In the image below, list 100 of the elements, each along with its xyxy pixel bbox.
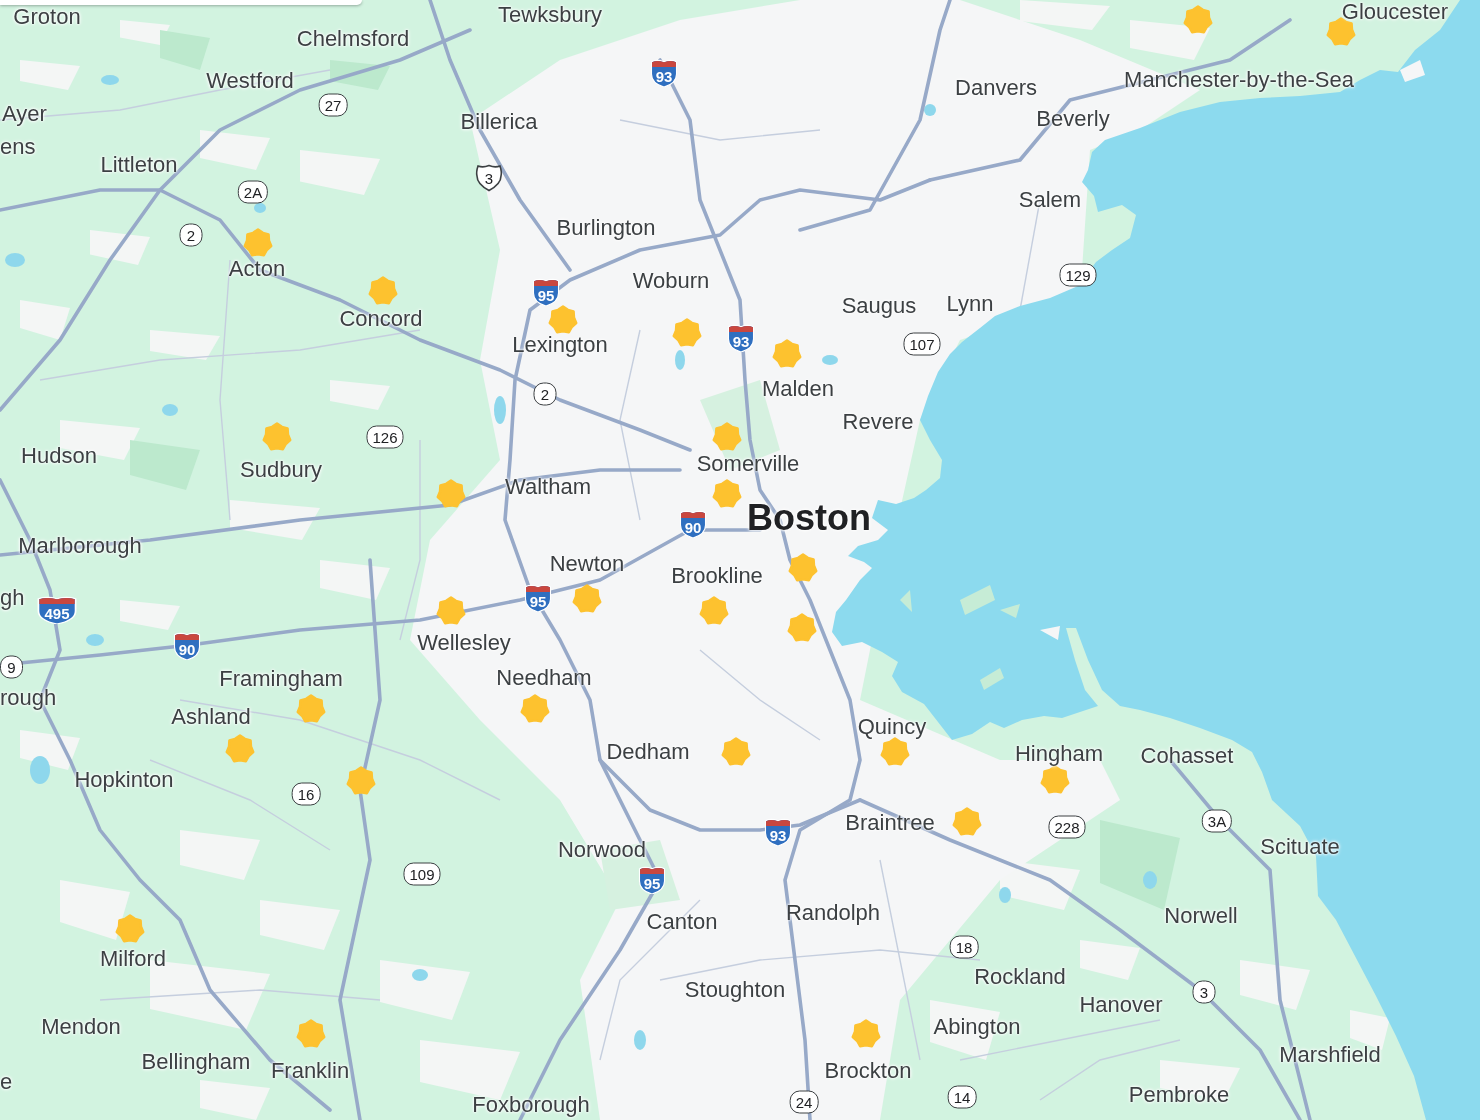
marker-icon[interactable] — [712, 479, 742, 509]
marker-icon[interactable] — [296, 1019, 326, 1049]
marker-icon[interactable] — [520, 694, 550, 724]
island — [1040, 626, 1060, 640]
marker-icon[interactable] — [1183, 5, 1213, 35]
place-label: Framingham — [219, 668, 343, 690]
place-label: Gloucester — [1341, 1, 1449, 23]
place-label: rough — [0, 687, 57, 709]
place-label: Acton — [228, 258, 286, 280]
urban-area — [120, 20, 170, 45]
lake — [254, 203, 266, 213]
place-label: Concord — [339, 308, 423, 330]
marker-icon[interactable] — [548, 305, 578, 335]
place-label: Franklin — [270, 1060, 350, 1082]
marker-icon[interactable] — [772, 339, 802, 369]
island — [980, 668, 1004, 690]
park-area — [160, 30, 210, 70]
interstate-shield: 95 — [532, 278, 560, 306]
lake — [101, 75, 119, 85]
urban-area — [1240, 960, 1310, 1010]
marker-icon[interactable] — [368, 276, 398, 306]
place-label: Woburn — [632, 270, 710, 292]
lake — [494, 396, 506, 424]
marker-icon[interactable] — [787, 613, 817, 643]
island — [900, 590, 912, 612]
place-label: Dedham — [606, 741, 690, 763]
interstate-shield: 90 — [173, 632, 201, 660]
marker-icon[interactable] — [572, 584, 602, 614]
marker-icon[interactable] — [699, 596, 729, 626]
lake — [999, 887, 1011, 903]
marker-icon[interactable] — [672, 318, 702, 348]
place-label: Scituate — [1260, 836, 1340, 858]
place-label: gh — [0, 587, 25, 609]
place-label: Needham — [496, 667, 592, 689]
place-label: Randolph — [785, 902, 881, 924]
place-label: Hanover — [1079, 994, 1163, 1016]
marker-icon[interactable] — [788, 553, 818, 583]
urban-area — [1080, 940, 1140, 980]
urban-area — [60, 880, 130, 940]
lake — [1143, 871, 1157, 889]
place-label: Newton — [549, 553, 625, 575]
urban-area — [200, 130, 270, 170]
us-route-shield: 3 — [475, 164, 503, 192]
place-label: Marshfield — [1279, 1044, 1381, 1066]
urban-area — [20, 60, 80, 90]
interstate-shield: 93 — [650, 59, 678, 87]
place-label: Canton — [646, 911, 718, 933]
place-label: Somerville — [696, 453, 800, 475]
marker-icon[interactable] — [436, 596, 466, 626]
lake — [412, 969, 428, 981]
place-label: Marlborough — [18, 535, 142, 557]
lake — [634, 1030, 646, 1050]
place-label: Brockton — [824, 1060, 912, 1082]
place-label: Sudbury — [240, 459, 322, 481]
interstate-shield: 95 — [638, 866, 666, 894]
place-label: Ayer — [2, 103, 47, 125]
place-label: Burlington — [556, 217, 656, 239]
place-label: Manchester-by-the-Sea — [1124, 69, 1354, 91]
lake — [924, 104, 936, 116]
place-label: e — [0, 1071, 13, 1093]
place-label: Revere — [842, 411, 914, 433]
marker-icon[interactable] — [115, 914, 145, 944]
marker-icon[interactable] — [851, 1019, 881, 1049]
lake — [86, 634, 104, 646]
place-label: Lynn — [946, 293, 994, 315]
place-label: Bellingham — [141, 1051, 251, 1073]
marker-icon[interactable] — [1326, 17, 1356, 47]
place-label: ens — [0, 136, 36, 158]
place-label: Stoughton — [684, 979, 786, 1001]
island — [1000, 604, 1020, 618]
place-label: Quincy — [857, 716, 927, 738]
interstate-shield: 93 — [764, 818, 792, 846]
marker-icon[interactable] — [225, 734, 255, 764]
place-label: Waltham — [505, 476, 591, 498]
place-label: Braintree — [845, 812, 935, 834]
urban-area — [200, 1080, 270, 1120]
place-label: Hingham — [1015, 743, 1103, 765]
place-label: Salem — [1018, 189, 1082, 211]
island — [960, 585, 995, 615]
marker-icon[interactable] — [880, 737, 910, 767]
marker-icon[interactable] — [712, 422, 742, 452]
marker-icon[interactable] — [262, 422, 292, 452]
place-label: Norwood — [558, 839, 646, 861]
marker-icon[interactable] — [952, 807, 982, 837]
interstate-shield: 90 — [679, 510, 707, 538]
marker-icon[interactable] — [346, 766, 376, 796]
marker-icon[interactable] — [296, 694, 326, 724]
marker-icon[interactable] — [721, 737, 751, 767]
place-label: Chelmsford — [296, 28, 410, 50]
marker-icon[interactable] — [243, 228, 273, 258]
place-label: Brookline — [671, 565, 763, 587]
place-label: Mendon — [41, 1016, 121, 1038]
place-label: Danvers — [955, 77, 1037, 99]
park-area — [130, 440, 200, 490]
place-label: Lexington — [512, 334, 608, 356]
lake — [675, 350, 685, 370]
place-label: Wellesley — [417, 632, 511, 654]
place-label: Rockland — [974, 966, 1066, 988]
marker-icon[interactable] — [436, 479, 466, 509]
island — [1400, 60, 1425, 82]
